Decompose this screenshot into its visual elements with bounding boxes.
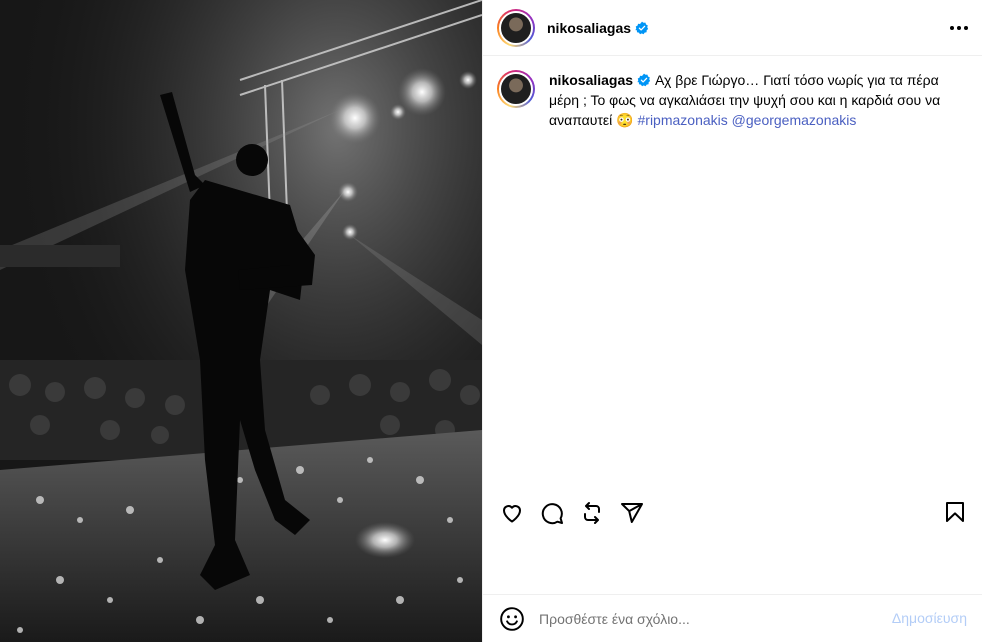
caption-username[interactable]: nikosaliagas [549, 72, 633, 88]
post-actions [483, 490, 982, 536]
save-button[interactable] [943, 500, 967, 524]
emoji-button[interactable] [499, 606, 525, 632]
comment-icon [541, 503, 563, 525]
heart-icon [503, 505, 521, 523]
comment-box: Δημοσίευση [483, 594, 982, 642]
share-button[interactable] [619, 500, 645, 526]
post-photo[interactable] [0, 0, 482, 642]
caption-mention[interactable]: @georgemazonakis [732, 112, 857, 128]
caption-emoji: 😳 [616, 112, 634, 128]
post-comment-button[interactable]: Δημοσίευση [892, 610, 967, 626]
share-icon [621, 503, 643, 523]
verified-badge-icon [635, 21, 649, 34]
caption-hashtag[interactable]: #ripmazonakis [638, 112, 728, 128]
author-avatar[interactable] [497, 8, 535, 47]
more-options-button[interactable] [947, 18, 971, 38]
more-options-icon [950, 26, 968, 30]
verified-badge-icon [637, 73, 651, 87]
post-side-panel: nikosaliagas nikosaliagas Αχ βρε Γιώργο…… [482, 0, 982, 642]
caption-text: nikosaliagas Αχ βρε Γιώργο… Γιατί τόσο ν… [549, 70, 969, 130]
caption-author-avatar[interactable] [497, 70, 535, 108]
comment-input[interactable] [539, 610, 869, 627]
caption-row: nikosaliagas Αχ βρε Γιώργο… Γιατί τόσο ν… [497, 70, 969, 130]
repost-button[interactable] [579, 500, 605, 526]
author-username[interactable]: nikosaliagas [547, 20, 631, 36]
concert-photo-image [0, 0, 482, 642]
post-header: nikosaliagas [483, 0, 982, 56]
repost-icon [584, 502, 600, 524]
comment-button[interactable] [539, 500, 565, 526]
bookmark-icon [946, 502, 964, 522]
emoji-icon [500, 606, 524, 631]
like-button[interactable] [499, 500, 525, 526]
